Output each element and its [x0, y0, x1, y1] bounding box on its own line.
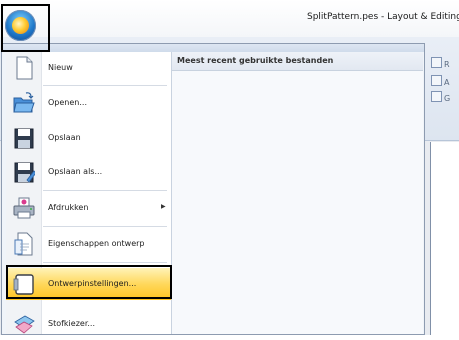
recent-files-title: Meest recent gebruikte bestanden	[177, 56, 334, 65]
title-bar: SplitPattern.pes - Layout & Editing	[0, 0, 459, 37]
fabric-selector-icon	[14, 315, 35, 334]
menu-item-design-settings[interactable]: Ontwerpinstellingen...	[6, 268, 171, 300]
menu-item-save-as[interactable]: Opslaan als...	[6, 156, 171, 188]
new-document-icon	[16, 56, 33, 80]
design-properties-icon	[14, 232, 33, 256]
menu-item-label: Afdrukken	[48, 203, 89, 212]
group-icon	[431, 91, 442, 102]
save-as-icon	[14, 162, 35, 183]
recent-files-header: Meest recent gebruikte bestanden	[172, 52, 423, 71]
ribbon-command-g[interactable]: G	[431, 91, 450, 103]
menu-separator	[43, 85, 167, 86]
align-icon	[431, 75, 442, 86]
menu-separator	[43, 226, 167, 227]
menu-item-label: Ontwerpinstellingen...	[48, 279, 137, 288]
submenu-arrow-icon: ▶	[161, 203, 166, 210]
menu-item-design-properties[interactable]: Eigenschappen ontwerp	[6, 228, 171, 260]
open-folder-icon	[13, 92, 35, 113]
menu-item-label: Stofkiezer...	[48, 319, 96, 328]
menu-item-label: Opslaan als...	[48, 167, 103, 176]
design-canvas[interactable]	[430, 142, 459, 335]
menu-item-label: Opslaan	[48, 133, 81, 142]
printer-icon	[13, 197, 35, 219]
ribbon-command-a[interactable]: A	[431, 75, 449, 87]
design-settings-icon	[13, 274, 34, 295]
menu-item-open[interactable]: Openen...	[6, 87, 171, 119]
save-disk-icon	[14, 128, 34, 149]
window-title: SplitPattern.pes - Layout & Editing	[307, 12, 459, 22]
rotate-icon	[431, 57, 442, 68]
menu-separator	[43, 262, 167, 263]
application-button[interactable]	[5, 10, 36, 41]
menu-item-new[interactable]: Nieuw	[6, 52, 171, 84]
menu-item-label: Eigenschappen ontwerp	[48, 239, 145, 248]
application-menu: Nieuw Openen... Opslaan Opslaan als... A…	[1, 43, 425, 335]
menu-top-strip	[2, 44, 424, 52]
menu-command-list: Nieuw Openen... Opslaan Opslaan als... A…	[6, 52, 172, 334]
menu-item-label: Openen...	[48, 98, 87, 107]
application-logo-icon	[12, 17, 29, 34]
ribbon-command-r[interactable]: R	[431, 57, 450, 69]
menu-item-label: Nieuw	[48, 63, 73, 72]
recent-files-panel: Meest recent gebruikte bestanden	[172, 52, 423, 334]
menu-item-print[interactable]: Afdrukken ▶	[6, 192, 171, 224]
menu-separator	[43, 190, 167, 191]
menu-item-save[interactable]: Opslaan	[6, 122, 171, 154]
menu-item-fabric-selector[interactable]: Stofkiezer...	[6, 308, 171, 340]
